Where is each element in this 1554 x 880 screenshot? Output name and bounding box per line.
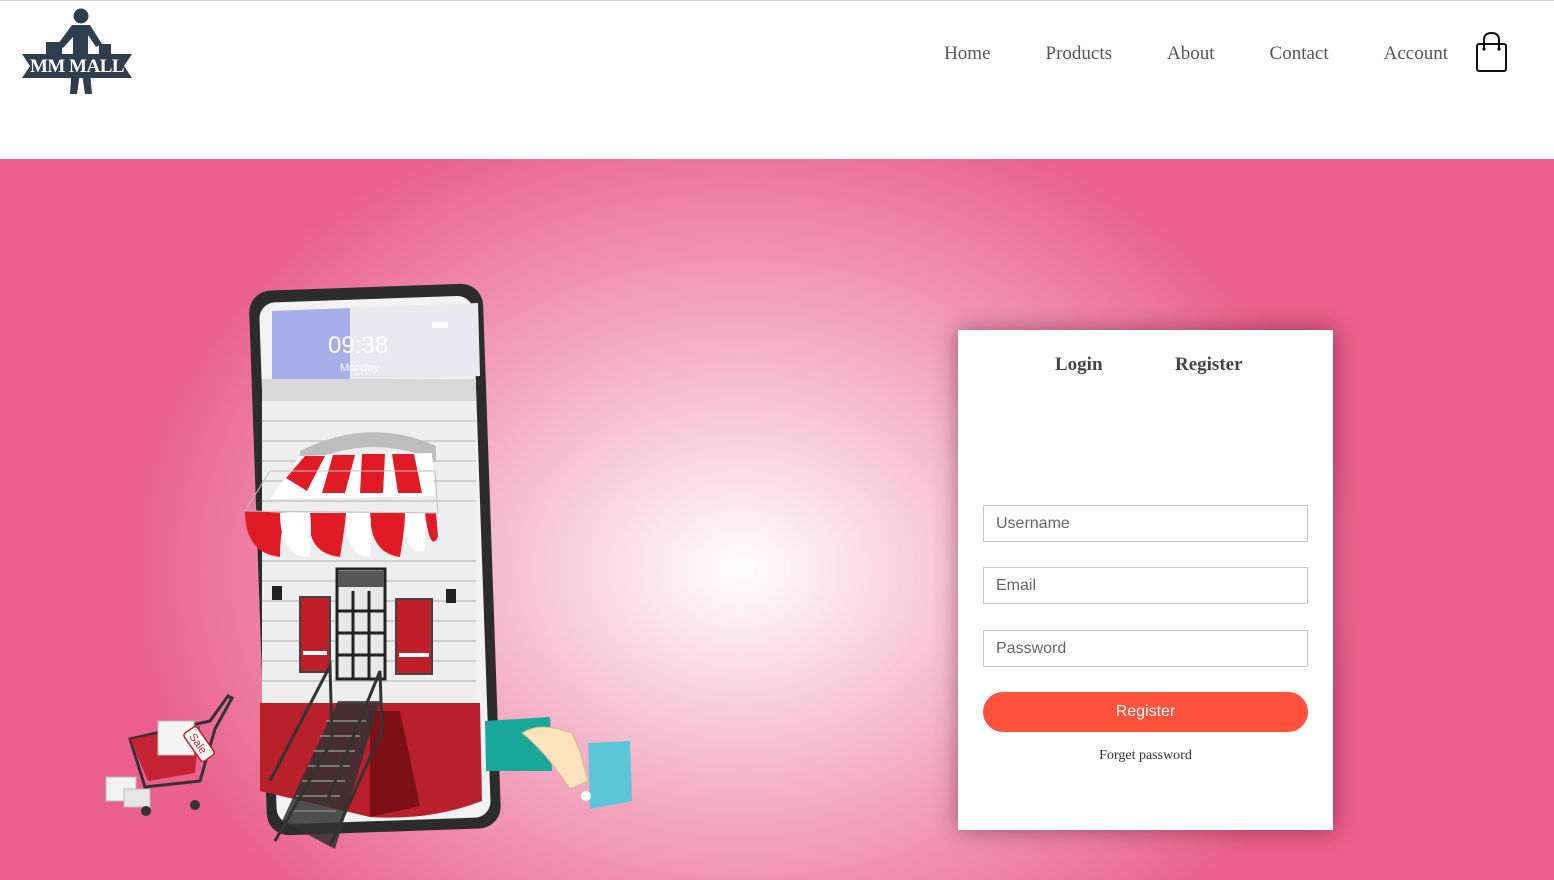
forget-password-link[interactable]: Forget password — [958, 748, 1333, 764]
nav-home[interactable]: Home — [944, 42, 990, 66]
phone-time: 09:38 — [328, 332, 388, 359]
mobile-store-illustration: 09:38 Monday Sale — [105, 283, 632, 849]
tab-login[interactable]: Login — [1055, 354, 1103, 376]
phone-day: Monday — [340, 362, 380, 374]
hero-section: 09:38 Monday Sale Login Register Usernam… — [0, 159, 1554, 880]
tab-register[interactable]: Register — [1175, 354, 1243, 376]
nav-products[interactable]: Products — [1046, 42, 1113, 66]
site-header: MM MALL Home Products About Contact Acco… — [0, 1, 1554, 159]
auth-tabs: Login Register — [958, 354, 1333, 384]
nav-contact[interactable]: Contact — [1270, 42, 1329, 66]
auth-form-card: Login Register Register Forget password — [958, 330, 1333, 830]
shopper-figure-logo-icon — [22, 8, 132, 94]
nav-account[interactable]: Account — [1384, 42, 1448, 66]
shopping-bag-icon — [1476, 31, 1507, 72]
register-button[interactable]: Register — [983, 692, 1308, 732]
email-input[interactable] — [983, 567, 1308, 604]
username-input[interactable] — [983, 505, 1308, 542]
shop-illustration: 09:38 Monday Sale — [100, 281, 640, 861]
password-input[interactable] — [983, 630, 1308, 667]
logo-text: MM MALL — [29, 56, 125, 77]
cart-button[interactable] — [1474, 31, 1510, 73]
main-nav: Home Products About Contact Account — [889, 42, 1448, 66]
nav-about[interactable]: About — [1167, 42, 1215, 66]
logo[interactable]: MM MALL — [20, 8, 134, 98]
